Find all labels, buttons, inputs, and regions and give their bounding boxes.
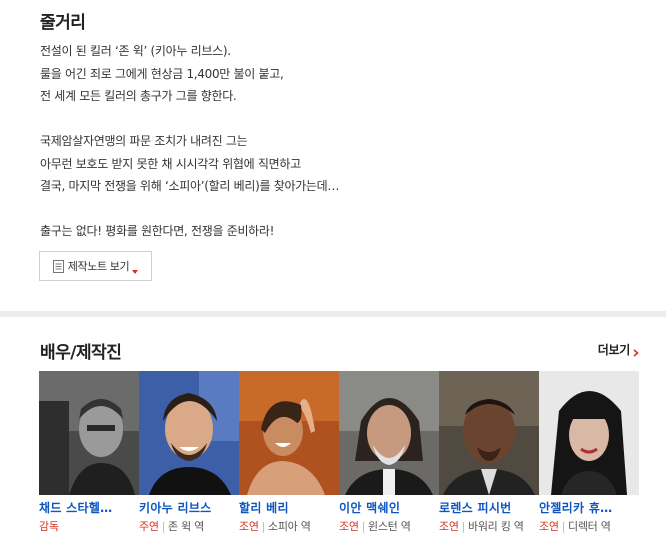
cast-role: 감독	[39, 519, 135, 534]
cast-role-kind: 주연	[139, 520, 159, 533]
synopsis-line: 전 세계 모든 킬러의 총구가 그를 향한다.	[40, 89, 237, 103]
cast-item: 키아누 리브스 주연 | 존 윅 역	[139, 371, 239, 534]
cast-role-name: 존 윅 역	[168, 520, 204, 533]
cast-name[interactable]: 채드 스타헬…	[39, 500, 139, 516]
caret-down-icon	[132, 264, 139, 274]
synopsis-section: 줄거리 전설이 된 킬러 ‘존 윅’ (키아누 리브스). 룰을 어긴 죄로 그…	[0, 0, 666, 311]
cast-role: 조연 | 디렉터 역	[539, 520, 611, 533]
cast-role: 조연 | 소피아 역	[239, 520, 311, 533]
cast-role-kind: 조연	[439, 520, 459, 533]
cast-photo[interactable]	[539, 371, 639, 495]
cast-item: 채드 스타헬… 감독	[39, 371, 139, 534]
cast-item: 로렌스 피시번 조연 | 바워리 킹 역	[439, 371, 539, 534]
cast-role-name: 디렉터 역	[568, 520, 611, 533]
cast-name[interactable]: 로렌스 피시번	[439, 500, 539, 516]
cast-role-kind: 조연	[239, 520, 259, 533]
cast-name[interactable]: 키아누 리브스	[139, 500, 239, 516]
cast-role-kind: 조연	[339, 520, 359, 533]
cast-photo[interactable]	[439, 371, 539, 495]
synopsis-line	[40, 108, 640, 131]
section-divider	[0, 311, 666, 317]
synopsis-text: 전설이 된 킬러 ‘존 윅’ (키아누 리브스). 룰을 어긴 죄로 그에게 현…	[40, 40, 640, 243]
cast-photo[interactable]	[239, 371, 339, 495]
cast-name[interactable]: 할리 베리	[239, 500, 339, 516]
synopsis-line: 결국, 마지막 전쟁을 위해 ‘소피아’(할리 베리)를 찾아가는데…	[40, 179, 340, 193]
cast-role-kind: 감독	[39, 520, 59, 533]
more-link[interactable]: 더보기	[598, 341, 639, 358]
cast-role: 주연 | 존 윅 역	[139, 520, 204, 533]
cast-role: 조연 | 바워리 킹 역	[439, 520, 524, 533]
cast-role: 조연 | 윈스턴 역	[339, 520, 411, 533]
cast-role-name: 바워리 킹 역	[468, 520, 524, 533]
production-notes-button[interactable]: 제작노트 보기	[39, 251, 152, 281]
cast-name[interactable]: 안젤리카 휴…	[539, 500, 639, 516]
cast-photo[interactable]	[339, 371, 439, 495]
cast-role-name: 소피아 역	[268, 520, 311, 533]
cast-item: 안젤리카 휴… 조연 | 디렉터 역	[539, 371, 639, 534]
document-icon	[52, 259, 64, 273]
cast-item: 이안 맥쉐인 조연 | 윈스턴 역	[339, 371, 439, 534]
cast-title: 배우/제작진	[40, 343, 122, 363]
synopsis-line: 아무런 보호도 받지 못한 채 시시각각 위협에 직면하고	[40, 156, 301, 171]
chevron-right-icon	[633, 346, 639, 357]
production-notes-label: 제작노트 보기	[67, 260, 130, 273]
cast-photo[interactable]	[39, 371, 139, 495]
cast-list: 채드 스타헬… 감독 키아누 리브스 주연 | 존 윅 역 할리 베리 조연 |…	[39, 371, 639, 550]
cast-photo[interactable]	[139, 371, 239, 495]
cast-name[interactable]: 이안 맥쉐인	[339, 500, 439, 516]
synopsis-line	[40, 198, 640, 221]
synopsis-line: 룰을 어긴 죄로 그에게 현상금 1,400만 불이 붙고,	[40, 66, 284, 81]
cast-role-name: 윈스턴 역	[368, 520, 411, 533]
more-label: 더보기	[597, 343, 631, 357]
synopsis-line: 출구는 없다! 평화를 원한다면, 전쟁을 준비하라!	[40, 224, 275, 238]
synopsis-title: 줄거리	[40, 13, 86, 33]
cast-role-kind: 조연	[539, 520, 559, 533]
cast-item: 할리 베리 조연 | 소피아 역	[239, 371, 339, 534]
synopsis-line: 전설이 된 킬러 ‘존 윅’ (키아누 리브스).	[40, 44, 231, 58]
synopsis-line: 국제암살자연맹의 파문 조치가 내려진 그는	[40, 134, 248, 148]
